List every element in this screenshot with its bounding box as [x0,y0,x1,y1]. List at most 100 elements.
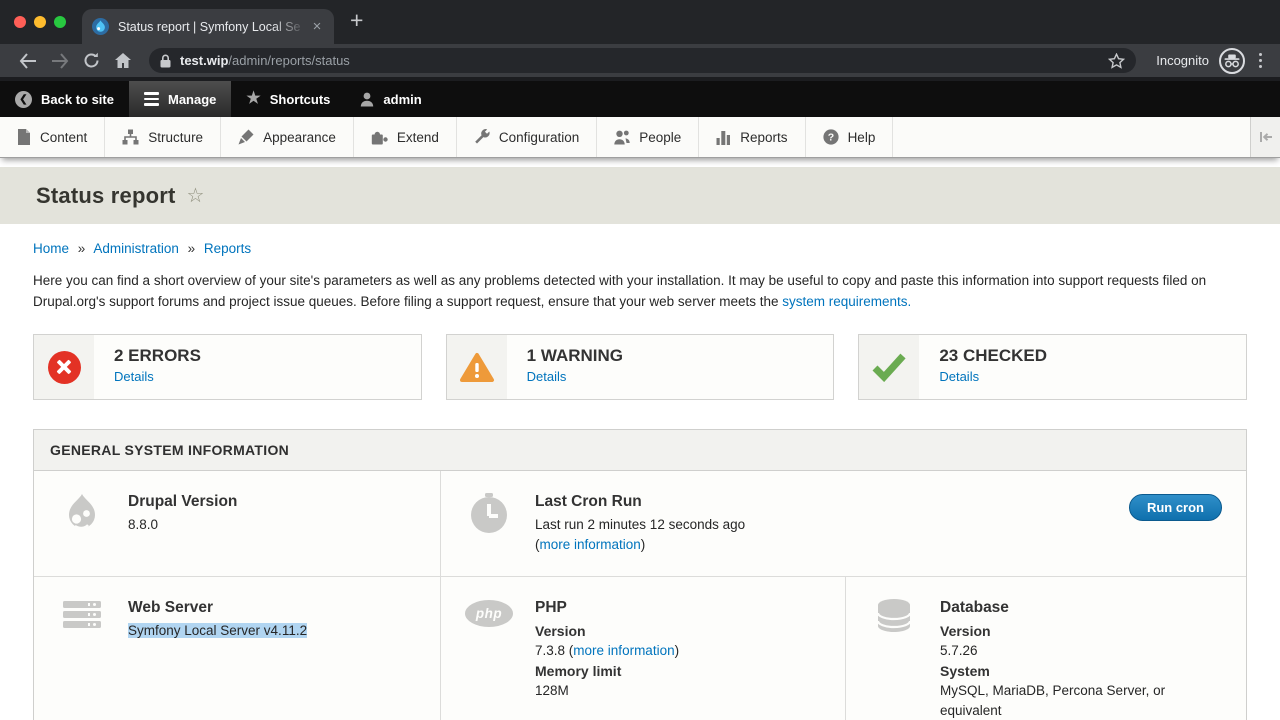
run-cron-button[interactable]: Run cron [1129,494,1222,521]
shortcuts-star-icon: ★ [246,91,260,107]
bookmark-star-icon[interactable] [1108,53,1125,69]
reports-icon [716,129,731,145]
window-close-button[interactable] [14,16,26,28]
back-icon[interactable] [19,53,37,69]
breadcrumb-home-link[interactable]: Home [33,241,69,256]
forward-icon[interactable] [51,53,69,69]
breadcrumb-separator: » [188,241,196,256]
favorite-star-icon[interactable]: ☆ [187,183,205,208]
drupal-drop-icon [61,492,103,534]
php-memory-label: Memory limit [535,661,679,681]
menu-item-label: Structure [148,130,203,145]
help-icon: ? [823,129,839,145]
window-minimize-button[interactable] [34,16,46,28]
home-icon[interactable] [114,52,132,69]
back-to-site-button[interactable]: ❮ Back to site [0,81,129,117]
cron-more-information-line: (more information) [535,535,745,555]
checked-card: 23 CHECKED Details [858,334,1247,400]
system-requirements-link[interactable]: system requirements. [782,294,911,309]
paren: ) [641,537,646,552]
page-title: Status report [36,183,176,209]
window-controls [0,0,82,44]
last-cron-run-title: Last Cron Run [535,492,745,512]
drupal-admin-toolbar: ❮ Back to site Manage ★ Shortcuts admin [0,81,1280,117]
structure-icon [122,129,139,145]
warnings-count: 1 WARNING [527,346,623,366]
panel-row-2: Web Server Symfony Local Server v4.11.2 … [34,577,1246,720]
error-icon [48,351,81,384]
menu-item-structure[interactable]: Structure [105,117,221,157]
drupal-version-cell: Drupal Version 8.8.0 [34,471,440,576]
clock-icon [468,492,510,534]
manage-label: Manage [168,92,216,107]
user-icon [360,92,374,107]
last-cron-run-status: Last run 2 minutes 12 seconds ago [535,515,745,535]
tab-close-icon[interactable]: × [308,18,326,35]
tab-title: Status report | Symfony Local Se [118,20,306,34]
menu-item-reports[interactable]: Reports [699,117,805,157]
user-menu-button[interactable]: admin [345,81,436,117]
paren: ) [675,643,680,658]
url-bar[interactable]: test.wip/admin/reports/status [149,48,1136,73]
php-more-information-link[interactable]: more information [573,643,674,658]
back-to-site-label: Back to site [41,92,114,107]
people-icon [614,130,630,145]
back-to-site-icon: ❮ [15,91,32,108]
menu-item-people[interactable]: People [597,117,699,157]
breadcrumb-separator: » [78,241,86,256]
browser-tab[interactable]: Status report | Symfony Local Se × [82,9,334,44]
database-version-value: 5.7.26 [940,641,1222,661]
intro-body: Here you can find a short overview of yo… [33,273,1206,309]
menu-item-configuration[interactable]: Configuration [457,117,597,157]
manage-button[interactable]: Manage [129,81,231,117]
web-server-value: Symfony Local Server v4.11.2 [128,623,307,638]
new-tab-button[interactable]: + [350,7,363,34]
drupal-favicon-icon [92,18,109,35]
errors-card: 2 ERRORS Details [33,334,422,400]
shadow-gap [0,158,1280,167]
cron-more-information-link[interactable]: more information [540,537,641,552]
menu-item-label: Help [848,130,876,145]
user-label: admin [383,92,421,107]
php-memory-value: 128M [535,681,679,701]
menu-item-label: Reports [740,130,787,145]
lock-icon [160,54,171,68]
shortcuts-button[interactable]: ★ Shortcuts [231,81,345,117]
breadcrumb: Home » Administration » Reports [33,241,1247,256]
general-system-information-panel: GENERAL SYSTEM INFORMATION Drupal Versio… [33,429,1247,720]
breadcrumb-administration-link[interactable]: Administration [93,241,179,256]
errors-iconbox [34,335,94,399]
configuration-icon [474,129,490,145]
menu-item-label: Content [40,130,87,145]
svg-text:?: ? [827,132,833,144]
menu-item-label: Extend [397,130,439,145]
breadcrumb-reports-link[interactable]: Reports [204,241,251,256]
server-rack-icon [63,601,101,628]
checked-details-link[interactable]: Details [939,369,979,384]
hamburger-icon [144,92,159,105]
php-icon: php [465,600,513,627]
errors-count: 2 ERRORS [114,346,201,366]
toolbar-orientation-toggle[interactable] [1250,117,1280,157]
menu-item-appearance[interactable]: Appearance [221,117,354,157]
database-system-label: System [940,661,1222,681]
last-cron-run-cell: Last Cron Run Last run 2 minutes 12 seco… [440,471,1246,576]
appearance-icon [238,129,254,145]
warnings-card: 1 WARNING Details [446,334,835,400]
menu-item-label: People [639,130,681,145]
content-icon [17,129,31,145]
menu-item-content[interactable]: Content [0,117,105,157]
menu-item-label: Configuration [499,130,579,145]
admin-menu-bar: Content Structure Appearance Extend Conf… [0,117,1280,158]
panel-row-1: Drupal Version 8.8.0 Last Cron Run Last … [34,471,1246,577]
reload-icon[interactable] [83,52,100,69]
errors-details-link[interactable]: Details [114,369,154,384]
warnings-details-link[interactable]: Details [527,369,567,384]
page-header: Status report ☆ [0,167,1280,224]
menu-item-label: Appearance [263,130,336,145]
menu-item-extend[interactable]: Extend [354,117,457,157]
browser-menu-icon[interactable] [1259,53,1262,68]
menu-item-help[interactable]: ? Help [806,117,894,157]
window-zoom-button[interactable] [54,16,66,28]
php-cell: php PHP Version 7.3.8 (more information)… [440,577,845,720]
